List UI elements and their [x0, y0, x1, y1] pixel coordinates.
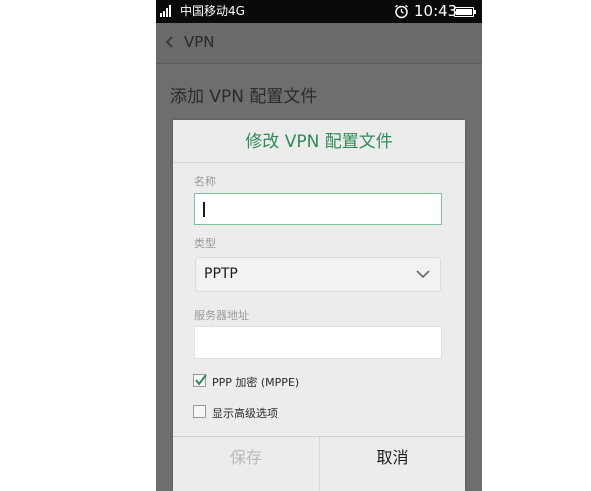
page-title: VPN: [184, 33, 215, 51]
type-label: 类型: [194, 237, 216, 250]
battery-icon: [454, 7, 476, 17]
chevron-down-icon: [416, 270, 430, 279]
check-icon: [195, 374, 207, 386]
page: 中国移动4G 10:43 VPN 添加 VPN 配置文件 修改 VPN 配置文件…: [0, 0, 591, 491]
advanced-options-checkbox[interactable]: [193, 405, 206, 418]
cancel-button[interactable]: 取消: [320, 437, 465, 477]
type-dropdown[interactable]: PPTP: [195, 257, 441, 292]
add-vpn-profile-heading: 添加 VPN 配置文件: [170, 87, 318, 107]
type-selected-value: PPTP: [204, 266, 238, 282]
advanced-options-label: 显示高级选项: [212, 407, 278, 420]
name-input[interactable]: [194, 193, 442, 225]
dialog-title-divider: [173, 162, 465, 163]
edit-vpn-dialog: 修改 VPN 配置文件 名称 类型 PPTP 服务器地址 PPP 加密 (MPP…: [173, 120, 465, 491]
action-bar: VPN: [156, 23, 482, 64]
chevron-left-icon[interactable]: [164, 35, 174, 49]
status-bar: 中国移动4G 10:43: [156, 0, 482, 23]
mppe-label: PPP 加密 (MPPE): [212, 376, 300, 389]
name-label: 名称: [194, 175, 216, 188]
signal-icon: [160, 5, 171, 17]
phone-screen: 中国移动4G 10:43 VPN 添加 VPN 配置文件 修改 VPN 配置文件…: [156, 0, 482, 491]
text-caret: [203, 202, 205, 217]
mppe-checkbox[interactable]: [193, 374, 207, 387]
clock: 10:43: [414, 2, 458, 20]
alarm-icon: [395, 4, 408, 19]
dialog-title: 修改 VPN 配置文件: [245, 132, 393, 152]
save-button[interactable]: 保存: [173, 437, 319, 477]
carrier-label: 中国移动4G: [180, 4, 245, 18]
server-address-input[interactable]: [194, 326, 442, 359]
server-address-label: 服务器地址: [194, 309, 249, 322]
